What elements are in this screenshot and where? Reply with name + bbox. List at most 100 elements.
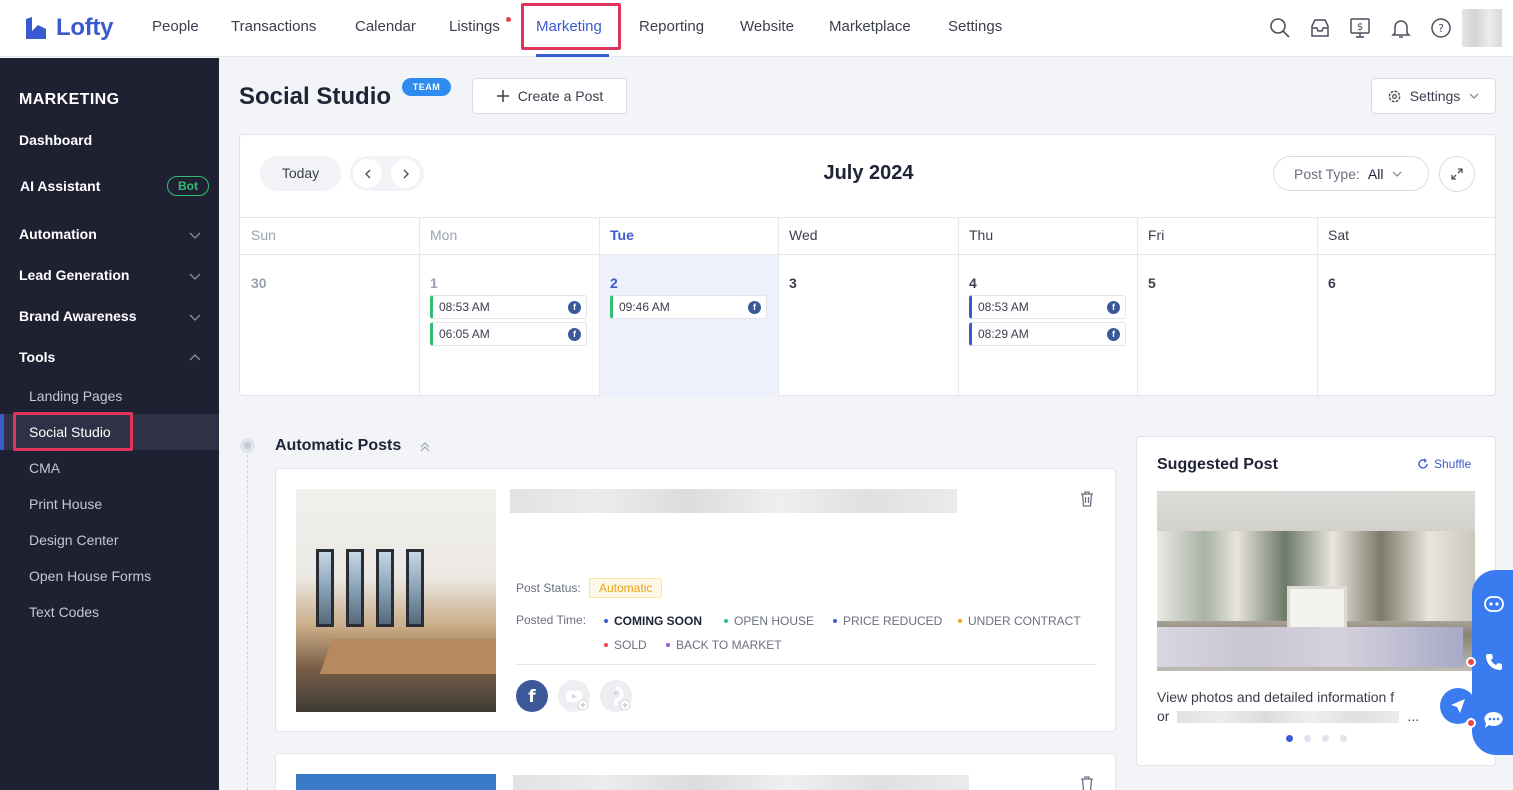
column-divider	[778, 217, 779, 397]
carousel-dot[interactable]	[1286, 735, 1293, 742]
suggested-post-description: View photos and detailed information f o…	[1157, 688, 1425, 726]
carousel-dot[interactable]	[1304, 735, 1311, 742]
youtube-icon[interactable]	[558, 680, 590, 712]
nav-transactions[interactable]: Transactions	[231, 18, 316, 35]
tag-under-contract[interactable]: UNDER CONTRACT	[958, 614, 1081, 628]
help-icon[interactable]: ?	[1430, 17, 1452, 39]
carousel-dot[interactable]	[1322, 735, 1329, 742]
nav-website[interactable]: Website	[740, 18, 794, 35]
day-name-wed: Wed	[789, 227, 818, 243]
nav-reporting[interactable]: Reporting	[639, 18, 704, 35]
notification-dot	[1466, 657, 1476, 667]
expand-button[interactable]	[1439, 156, 1475, 192]
lofty-logo[interactable]: Lofty	[24, 14, 113, 42]
sidebar: MARKETING Dashboard AI Assistant Bot Aut…	[0, 58, 219, 790]
date-tue[interactable]: 2	[610, 275, 618, 291]
sidebar-item-ai-assistant[interactable]: AI Assistant	[20, 178, 100, 194]
facebook-icon: f	[568, 301, 581, 314]
chevron-down-icon	[1393, 171, 1402, 177]
calendar-event[interactable]: 09:46 AM f	[610, 295, 767, 319]
create-post-button[interactable]: Create a Post	[472, 78, 627, 114]
photo-window	[346, 549, 364, 627]
sidebar-item-print-house[interactable]: Print House	[29, 496, 102, 512]
sidebar-item-automation[interactable]: Automation	[19, 226, 97, 242]
column-divider	[419, 217, 420, 397]
calendar-event[interactable]: 08:53 AM f	[969, 295, 1126, 319]
bell-icon[interactable]	[1390, 17, 1412, 39]
sidebar-item-lead-generation[interactable]: Lead Generation	[19, 267, 129, 283]
trash-icon[interactable]	[1079, 490, 1095, 508]
sidebar-item-tools[interactable]: Tools	[19, 349, 55, 365]
tag-sold[interactable]: SOLD	[604, 638, 647, 652]
calendar-event[interactable]: 08:29 AM f	[969, 322, 1126, 346]
date-sun[interactable]: 30	[251, 275, 267, 291]
listings-notification-dot	[506, 17, 511, 22]
shuffle-button[interactable]: Shuffle	[1417, 457, 1471, 471]
facebook-icon[interactable]: f	[516, 680, 548, 712]
nav-calendar[interactable]: Calendar	[355, 18, 416, 35]
column-divider	[599, 217, 600, 397]
date-wed[interactable]: 3	[789, 275, 797, 291]
column-divider	[1317, 217, 1318, 397]
tag-price-reduced[interactable]: PRICE REDUCED	[833, 614, 942, 628]
tag-coming-soon[interactable]: COMING SOON	[604, 614, 702, 628]
chevron-down-icon[interactable]	[188, 269, 202, 283]
settings-label: Settings	[1409, 88, 1461, 104]
sidebar-item-dashboard[interactable]: Dashboard	[19, 132, 92, 148]
date-mon[interactable]: 1	[430, 275, 438, 291]
collapse-icon[interactable]	[419, 441, 431, 453]
tag-label: BACK TO MARKET	[676, 638, 782, 652]
date-sat[interactable]: 6	[1328, 275, 1336, 291]
automatic-post-card	[275, 753, 1116, 790]
user-avatar[interactable]	[1462, 9, 1502, 47]
card-divider	[516, 664, 1096, 665]
billing-icon[interactable]: $	[1349, 17, 1371, 39]
facebook-icon: f	[1107, 301, 1120, 314]
chevron-up-icon[interactable]	[188, 351, 202, 365]
sidebar-item-design-center[interactable]: Design Center	[29, 532, 119, 548]
sidebar-item-text-codes[interactable]: Text Codes	[29, 604, 99, 620]
date-fri[interactable]: 5	[1148, 275, 1156, 291]
calendar-event[interactable]: 06:05 AM f	[430, 322, 587, 346]
sidebar-item-landing-pages[interactable]: Landing Pages	[29, 388, 122, 404]
plus-icon	[496, 90, 509, 102]
nav-people[interactable]: People	[152, 18, 199, 35]
nav-listings[interactable]: Listings	[449, 18, 500, 35]
sidebar-item-cma[interactable]: CMA	[29, 460, 60, 476]
chevron-down-icon	[1469, 93, 1479, 99]
post-photo[interactable]	[296, 774, 496, 790]
calendar-panel: Today July 2024 Post Type: All Sun Mon T…	[239, 134, 1497, 397]
svg-text:f: f	[528, 687, 536, 707]
phone-button[interactable]	[1482, 650, 1506, 674]
timeline-line	[247, 455, 248, 790]
chevron-down-icon[interactable]	[188, 310, 202, 324]
sidebar-item-open-house-forms[interactable]: Open House Forms	[29, 568, 151, 584]
timeline-dot	[240, 438, 255, 453]
nav-settings[interactable]: Settings	[948, 18, 1002, 35]
chevron-down-icon[interactable]	[188, 228, 202, 242]
suggested-post-photo[interactable]	[1157, 491, 1475, 671]
post-photo[interactable]	[296, 489, 496, 712]
chat-icon	[1484, 711, 1503, 728]
nav-marketplace[interactable]: Marketplace	[829, 18, 911, 35]
tag-back-to-market[interactable]: BACK TO MARKET	[666, 638, 782, 652]
trash-icon[interactable]	[1079, 775, 1095, 790]
post-type-label: Post Type:	[1294, 165, 1360, 182]
search-icon[interactable]	[1269, 17, 1291, 39]
date-thu[interactable]: 4	[969, 275, 977, 291]
sidebar-item-brand-awareness[interactable]: Brand Awareness	[19, 308, 137, 324]
tag-open-house[interactable]: OPEN HOUSE	[724, 614, 814, 628]
chat-button[interactable]	[1482, 708, 1506, 732]
chatbot-button[interactable]	[1482, 592, 1506, 616]
carousel-dot[interactable]	[1340, 735, 1347, 742]
photo-fireplace	[1287, 586, 1347, 631]
calendar-event[interactable]: 08:53 AM f	[430, 295, 587, 319]
svg-text:?: ?	[1438, 22, 1444, 35]
inbox-icon[interactable]	[1309, 17, 1331, 39]
photo-window	[406, 549, 424, 627]
facebook-glyph-icon: f	[528, 687, 536, 707]
google-business-icon[interactable]	[600, 680, 632, 712]
settings-dropdown[interactable]: Settings	[1371, 78, 1496, 114]
post-type-filter[interactable]: Post Type: All	[1273, 156, 1429, 191]
svg-text:$: $	[1357, 22, 1363, 33]
